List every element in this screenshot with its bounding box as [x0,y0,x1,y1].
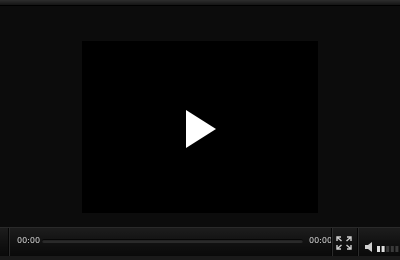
divider [8,228,9,256]
divider [357,228,358,256]
play-icon [186,110,216,148]
volume-segment[interactable] [395,246,399,252]
current-time: 00:00 [17,236,41,245]
duration: 00:00 [309,236,333,245]
seek-bar[interactable] [42,239,303,243]
volume-segment[interactable] [377,246,380,252]
volume-icon[interactable] [364,237,374,252]
bottom-border [0,256,400,260]
divider [331,228,332,256]
play-button[interactable] [180,108,220,150]
volume-slider[interactable] [377,238,400,252]
volume-segment[interactable] [390,246,394,252]
fullscreen-icon [336,236,352,250]
fullscreen-button[interactable] [336,235,352,250]
control-bar: 00:00 00:00 [0,227,400,256]
volume-segment[interactable] [386,246,390,252]
volume-segment[interactable] [381,246,385,252]
video-player: 00:00 00:00 [0,0,400,260]
